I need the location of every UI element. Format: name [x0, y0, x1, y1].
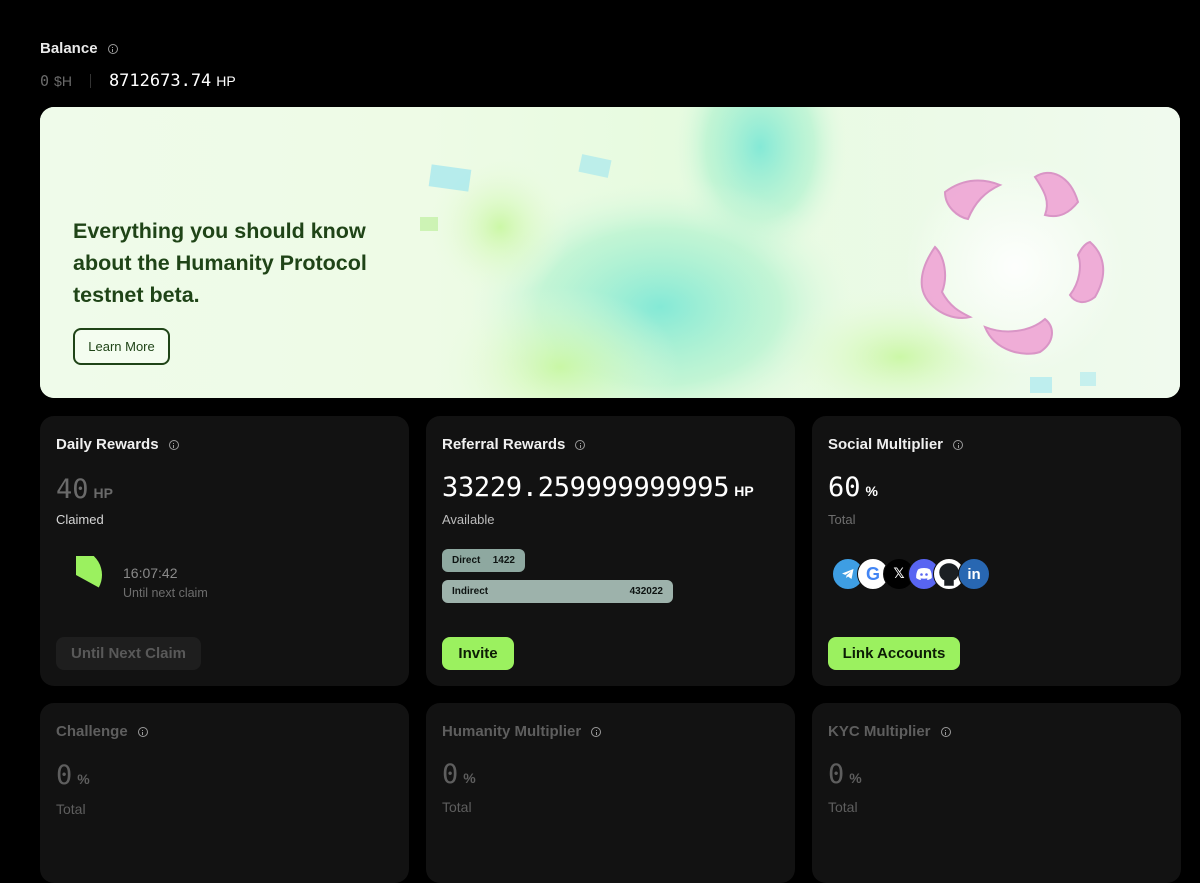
social-multiplier-status: Total: [828, 512, 856, 527]
direct-referrals-pill: Direct 1422: [442, 549, 525, 572]
social-multiplier-unit: %: [865, 483, 878, 499]
banner-heading: Everything you should know about the Hum…: [73, 219, 367, 307]
claim-timer: 16:07:42: [123, 565, 178, 581]
indirect-referrals-pill: Indirect 432022: [442, 580, 673, 603]
daily-rewards-unit: HP: [93, 485, 113, 501]
indirect-label: Indirect: [452, 586, 489, 597]
info-icon[interactable]: [168, 440, 179, 451]
humanity-multiplier-status: Total: [442, 799, 472, 815]
h-balance-unit: $H: [54, 73, 72, 89]
balance-section: Balance 0 $H 8712673.74 HP: [40, 40, 236, 91]
daily-rewards-status: Claimed: [56, 512, 104, 527]
challenge-unit: %: [77, 771, 90, 787]
humanity-multiplier-card: Humanity Multiplier 0% Total: [426, 703, 795, 883]
link-accounts-button[interactable]: Link Accounts: [828, 637, 960, 670]
banner-text-block: Everything you should know about the Hum…: [73, 215, 393, 311]
social-multiplier-value: 60: [828, 472, 861, 503]
kyc-multiplier-value: 0: [828, 759, 845, 790]
daily-rewards-card: Daily Rewards 40 HP Claimed 16:07:42 Unti…: [40, 416, 409, 686]
referral-rewards-card: Referral Rewards 33229.259999999995 HP Av…: [426, 416, 795, 686]
referral-rewards-status: Available: [442, 512, 495, 527]
direct-value: 1422: [492, 555, 515, 566]
claim-timer-label: Until next claim: [123, 586, 208, 600]
info-icon[interactable]: [107, 43, 118, 54]
direct-label: Direct: [452, 555, 481, 566]
balance-divider: [89, 74, 91, 88]
humanity-multiplier-title: Humanity Multiplier: [442, 723, 582, 740]
referral-value-row: 33229.259999999995 HP: [442, 472, 754, 503]
referral-rewards-value: 33229.259999999995: [442, 472, 730, 503]
info-icon[interactable]: [575, 440, 586, 451]
referral-rewards-title: Referral Rewards: [442, 436, 566, 453]
card-title-row: Humanity Multiplier: [442, 723, 602, 740]
invite-button[interactable]: Invite: [442, 637, 514, 670]
hp-balance-value: 8712673.74: [108, 71, 212, 91]
humanity-multiplier-value: 0: [442, 759, 459, 790]
until-next-claim-button[interactable]: Until Next Claim: [56, 637, 201, 670]
info-icon[interactable]: [591, 727, 602, 738]
challenge-title: Challenge: [56, 723, 128, 740]
humanity-multiplier-unit: %: [463, 770, 476, 786]
challenge-value-row: 0%: [56, 760, 90, 791]
daily-rewards-value: 40: [56, 474, 89, 505]
balance-title-row: Balance: [40, 40, 236, 58]
card-title-row: Social Multiplier: [828, 436, 964, 453]
info-icon[interactable]: [137, 727, 148, 738]
daily-rewards-title: Daily Rewards: [56, 436, 159, 453]
kyc-multiplier-unit: %: [849, 770, 862, 786]
challenge-value: 0: [56, 760, 73, 791]
kyc-multiplier-status: Total: [828, 799, 858, 815]
social-value-row: 60%: [828, 472, 878, 503]
social-multiplier-title: Social Multiplier: [828, 436, 944, 453]
kyc-multiplier-card: KYC Multiplier 0% Total: [812, 703, 1181, 883]
h-balance-value: 0: [40, 72, 50, 90]
humanity-value-row: 0%: [442, 759, 476, 790]
hp-balance-unit: HP: [216, 73, 236, 89]
card-title-row: Referral Rewards: [442, 436, 586, 453]
daily-rewards-value-row: 40 HP: [56, 474, 113, 505]
testnet-banner: Everything you should know about the Hum…: [40, 107, 1180, 398]
challenge-card: Challenge 0% Total: [40, 703, 409, 883]
challenge-status: Total: [56, 801, 86, 817]
info-icon[interactable]: [940, 727, 951, 738]
linkedin-icon[interactable]: in: [958, 558, 990, 590]
kyc-multiplier-title: KYC Multiplier: [828, 723, 931, 740]
balance-title: Balance: [40, 40, 98, 57]
timer-progress-wedge: [76, 556, 102, 588]
card-title-row: Daily Rewards: [56, 436, 179, 453]
card-title-row: KYC Multiplier: [828, 723, 951, 740]
social-multiplier-card: Social Multiplier 60% Total G 𝕏 in Link …: [812, 416, 1181, 686]
info-icon[interactable]: [953, 440, 964, 451]
referral-rewards-unit: HP: [734, 483, 754, 499]
linked-social-icons: G 𝕏 in: [832, 558, 1002, 590]
kyc-value-row: 0%: [828, 759, 862, 790]
learn-more-button[interactable]: Learn More: [73, 328, 170, 365]
card-title-row: Challenge: [56, 723, 148, 740]
indirect-value: 432022: [629, 586, 663, 597]
balance-values: 0 $H 8712673.74 HP: [40, 71, 236, 91]
claim-timer-pie: [76, 556, 102, 588]
